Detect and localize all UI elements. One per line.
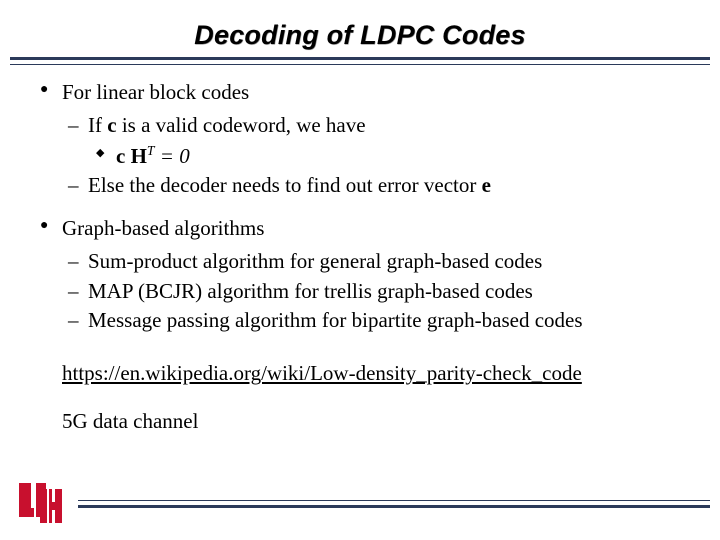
text-is-valid: is a valid codeword, we have bbox=[117, 113, 366, 137]
symbol-e: e bbox=[482, 173, 491, 197]
eq-h: H bbox=[131, 144, 147, 168]
bullet-sum-product: Sum-product algorithm for general graph-… bbox=[40, 248, 690, 275]
slide: Decoding of LDPC Codes For linear block … bbox=[0, 0, 720, 540]
bullet-else-decoder: Else the decoder needs to find out error… bbox=[40, 172, 690, 199]
bullet-map-bcjr: MAP (BCJR) algorithm for trellis graph-b… bbox=[40, 278, 690, 305]
text-else-decoder: Else the decoder needs to find out error… bbox=[88, 173, 482, 197]
bullet-equation: c HT = 0 bbox=[40, 142, 690, 170]
bullet-linear-block-codes: For linear block codes bbox=[40, 79, 690, 106]
uh-logo bbox=[16, 480, 64, 526]
bullet-graph-algorithms: Graph-based algorithms bbox=[40, 215, 690, 242]
eq-superscript-t: T bbox=[147, 143, 155, 158]
bullet-message-passing: Message passing algorithm for bipartite … bbox=[40, 307, 690, 334]
text-5g-data-channel: 5G data channel bbox=[40, 408, 690, 435]
text-if: If bbox=[88, 113, 107, 137]
slide-body: For linear block codes If c is a valid c… bbox=[0, 65, 720, 435]
footer-underline bbox=[78, 500, 710, 508]
eq-zero: 0 bbox=[179, 144, 190, 168]
symbol-c: c bbox=[107, 113, 116, 137]
title-underline bbox=[10, 57, 710, 65]
bullet-if-valid-codeword: If c is a valid codeword, we have bbox=[40, 112, 690, 139]
eq-equals: = bbox=[155, 144, 180, 168]
spacer bbox=[40, 201, 690, 215]
eq-c: c bbox=[116, 144, 131, 168]
slide-title: Decoding of LDPC Codes bbox=[0, 0, 720, 51]
wikipedia-link[interactable]: https://en.wikipedia.org/wiki/Low-densit… bbox=[40, 360, 690, 387]
